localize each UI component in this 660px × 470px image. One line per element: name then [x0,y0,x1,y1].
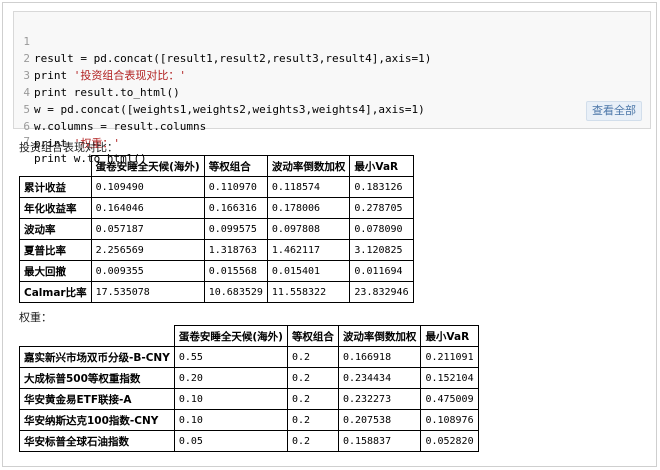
table-cell: 0.097808 [266,218,351,240]
column-header: 波动率倒数加权 [337,325,422,347]
table-cell: 0.178006 [266,197,351,219]
code-text: print result.to_html() [34,86,180,99]
row-header: 最大回撤 [19,260,92,282]
table-cell: 0.183126 [349,176,414,198]
table-row: 累计收益 0.109490 0.110970 0.118574 0.183126 [19,176,414,198]
row-header: 波动率 [19,218,92,240]
notebook-cell: 1 result = pd.concat([result1,result2,re… [2,2,657,467]
table-cell: 23.832946 [349,281,414,303]
table-cell: 0.475009 [420,388,479,410]
weights-title: 权重： [19,311,52,324]
table-cell: 2.256569 [90,239,205,261]
row-header: 大成标普500等权重指数 [19,367,175,389]
table-cell: 0.2 [286,346,339,368]
code-text: w.columns = result.columns [34,120,207,133]
row-header: 华安标普全球石油指数 [19,430,175,452]
column-header: 蛋卷安睡全天候(海外) [173,325,288,347]
table-row: 夏普比率 2.256569 1.318763 1.462117 3.120825 [19,239,414,261]
column-header: 波动率倒数加权 [266,155,351,177]
table-row: Calmar比率 17.535078 10.683529 11.558322 2… [19,281,414,303]
code-editor[interactable]: 1 result = pd.concat([result1,result2,re… [13,11,651,165]
table-header-row: 蛋卷安睡全天候(海外) 等权组合 波动率倒数加权 最小VaR [19,325,479,347]
performance-table: 蛋卷安睡全天候(海外) 等权组合 波动率倒数加权 最小VaR 累计收益 0.10… [19,155,414,303]
table-cell: 0.05 [173,430,288,452]
table-cell: 0.207538 [337,409,422,431]
table-row: 嘉实新兴市场双币分级-B-CNY 0.55 0.2 0.166918 0.211… [19,346,479,368]
code-text: result = pd.concat([result1,result2,resu… [34,52,432,65]
table-cell: 0.108976 [420,409,479,431]
table-cell: 0.232273 [337,388,422,410]
table-cell: 0.078090 [349,218,414,240]
row-header: 夏普比率 [19,239,92,261]
table-cell: 3.120825 [349,239,414,261]
column-header: 蛋卷安睡全天候(海外) [90,155,205,177]
table-header-row: 蛋卷安睡全天候(海外) 等权组合 波动率倒数加权 最小VaR [19,155,414,177]
table-corner [19,325,175,347]
table-cell: 0.164046 [90,197,205,219]
code-line: 2 print '投资组合表现对比：' [14,33,186,82]
table-cell: 0.10 [173,409,288,431]
table-cell: 0.015401 [266,260,351,282]
table-row: 华安标普全球石油指数 0.05 0.2 0.158837 0.052820 [19,430,479,452]
table-cell: 0.099575 [203,218,268,240]
column-header: 最小VaR [349,155,414,177]
code-line: 1 result = pd.concat([result1,result2,re… [14,16,431,65]
table-row: 年化收益率 0.164046 0.166316 0.178006 0.27870… [19,197,414,219]
table-cell: 0.009355 [90,260,205,282]
code-text: w = pd.concat([weights1,weights2,weights… [34,103,425,116]
table-cell: 0.55 [173,346,288,368]
table-corner [19,155,92,177]
row-header: 累计收益 [19,176,92,198]
table-cell: 0.20 [173,367,288,389]
code-string: '投资组合表现对比：' [73,69,186,82]
table-cell: 0.166316 [203,197,268,219]
column-header: 等权组合 [286,325,339,347]
row-header: Calmar比率 [19,281,92,303]
code-line: 5 w.columns = result.columns [14,84,206,133]
table-cell: 0.052820 [420,430,479,452]
row-header: 嘉实新兴市场双币分级-B-CNY [19,346,175,368]
table-cell: 0.234434 [337,367,422,389]
table-cell: 0.118574 [266,176,351,198]
table-cell: 0.166918 [337,346,422,368]
table-row: 大成标普500等权重指数 0.20 0.2 0.234434 0.152104 [19,367,479,389]
table-cell: 10.683529 [203,281,268,303]
table-cell: 0.152104 [420,367,479,389]
table-cell: 0.2 [286,409,339,431]
table-cell: 0.278705 [349,197,414,219]
table-cell: 0.158837 [337,430,422,452]
table-cell: 0.211091 [420,346,479,368]
view-all-button[interactable]: 查看全部 [586,101,642,121]
row-header: 华安黄金易ETF联接-A [19,388,175,410]
table-cell: 0.110970 [203,176,268,198]
table-cell: 0.011694 [349,260,414,282]
table-row: 华安纳斯达克100指数-CNY 0.10 0.2 0.207538 0.1089… [19,409,479,431]
code-line: 7 print w.to_html() [14,116,146,165]
table-cell: 0.2 [286,367,339,389]
weights-table: 蛋卷安睡全天候(海外) 等权组合 波动率倒数加权 最小VaR 嘉实新兴市场双币分… [19,325,479,452]
table-cell: 0.2 [286,430,339,452]
table-cell: 0.015568 [203,260,268,282]
column-header: 等权组合 [203,155,268,177]
table-cell: 0.2 [286,388,339,410]
table-row: 波动率 0.057187 0.099575 0.097808 0.078090 [19,218,414,240]
table-cell: 0.10 [173,388,288,410]
table-cell: 0.109490 [90,176,205,198]
table-cell: 0.057187 [90,218,205,240]
row-header: 年化收益率 [19,197,92,219]
table-row: 最大回撤 0.009355 0.015568 0.015401 0.011694 [19,260,414,282]
performance-title: 投资组合表现对比： [19,141,118,154]
table-cell: 17.535078 [90,281,205,303]
column-header: 最小VaR [420,325,479,347]
table-cell: 1.462117 [266,239,351,261]
row-header: 华安纳斯达克100指数-CNY [19,409,175,431]
table-cell: 1.318763 [203,239,268,261]
code-line: 3 print result.to_html() [14,50,179,99]
code-line: 4 w = pd.concat([weights1,weights2,weigh… [14,67,424,116]
table-row: 华安黄金易ETF联接-A 0.10 0.2 0.232273 0.475009 [19,388,479,410]
table-cell: 11.558322 [266,281,351,303]
